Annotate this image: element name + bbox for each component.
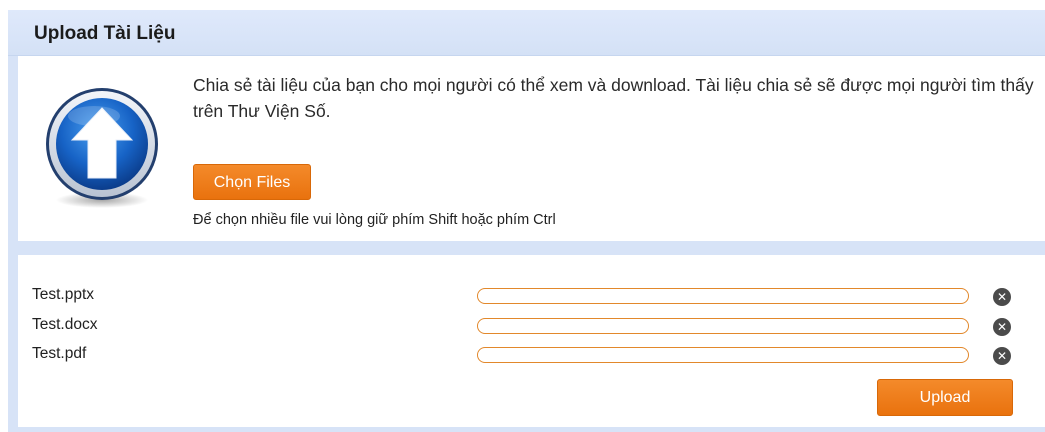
file-name: Test.pptx: [32, 286, 95, 303]
file-row: Test.pptx ✕: [32, 286, 1022, 308]
choose-files-button[interactable]: Chọn Files: [193, 164, 311, 200]
intro-description: Chia sẻ tài liệu của bạn cho mọi người c…: [193, 75, 1034, 121]
file-list-section: Test.pptx ✕ Test.docx ✕ Test.pdf ✕ Uploa…: [18, 255, 1045, 427]
close-icon[interactable]: ✕: [993, 347, 1011, 365]
intro-section: Chia sẻ tài liệu của bạn cho mọi người c…: [18, 56, 1045, 241]
upload-progress-bar: [477, 318, 969, 334]
file-row: Test.docx ✕: [32, 316, 1022, 338]
multi-select-hint: Để chọn nhiều file vui lòng giữ phím Shi…: [193, 212, 556, 228]
page-title: Upload Tài Liệu: [34, 23, 176, 44]
upload-arrow-icon: [46, 88, 158, 208]
close-icon[interactable]: ✕: [993, 288, 1011, 306]
upload-progress-bar: [477, 347, 969, 363]
file-name: Test.docx: [32, 316, 98, 333]
close-icon[interactable]: ✕: [993, 318, 1011, 336]
upload-progress-bar: [477, 288, 969, 304]
file-row: Test.pdf ✕: [32, 345, 1022, 367]
file-name: Test.pdf: [32, 345, 87, 362]
panel-header: Upload Tài Liệu: [8, 10, 1045, 56]
upload-button[interactable]: Upload: [877, 379, 1013, 416]
